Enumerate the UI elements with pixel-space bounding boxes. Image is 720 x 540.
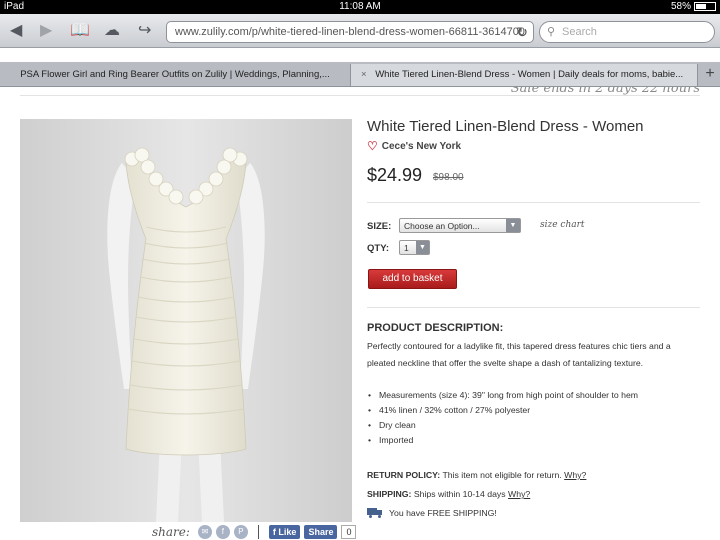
original-price: $98.00 <box>433 172 464 183</box>
cloud-tabs-icon[interactable]: ☁ <box>104 22 120 40</box>
divider <box>20 95 700 96</box>
close-tab-icon[interactable]: × <box>361 69 367 80</box>
truck-icon <box>367 508 383 518</box>
size-chart-link[interactable]: size chart <box>540 220 585 230</box>
chevron-down-icon: ▼ <box>506 219 520 232</box>
qty-select[interactable]: 1 ▼ <box>399 240 430 255</box>
tab-psa-flower-girl[interactable]: PSA Flower Girl and Ring Bearer Outfits … <box>0 64 350 86</box>
qty-value: 1 <box>404 243 409 253</box>
chevron-down-icon: ▼ <box>416 241 429 254</box>
bookmarks-icon[interactable]: 📖 <box>70 22 90 40</box>
like-label: Like <box>278 527 297 537</box>
return-why-link[interactable]: Why? <box>564 470 586 480</box>
facebook-icon[interactable]: f <box>215 525 230 539</box>
product-title: White Tiered Linen-Blend Dress - Women <box>367 118 644 135</box>
share-label: share: <box>152 525 190 539</box>
list-item: Dry clean <box>367 418 638 433</box>
size-value: Choose an Option... <box>404 221 480 231</box>
sale-price: $24.99 <box>367 165 423 185</box>
browser-toolbar: ◀ ▶ 📖 ☁ ↪ www.zulily.com/p/white-tiered-… <box>0 14 720 48</box>
share-count: 0 <box>341 525 357 539</box>
battery-percent: 58% <box>670 1 691 12</box>
brand-row: ♡ Cece's New York <box>367 139 461 153</box>
reload-icon[interactable]: ↻ <box>516 24 528 41</box>
free-shipping-text: You have FREE SHIPPING! <box>389 508 497 518</box>
battery-status: 58% <box>671 1 716 12</box>
shipping-label: SHIPPING: <box>367 489 412 499</box>
list-item: Measurements (size 4): 39" long from hig… <box>367 388 638 403</box>
divider <box>257 525 259 539</box>
battery-level <box>696 4 706 9</box>
tab-label: PSA Flower Girl and Ring Bearer Outfits … <box>20 69 330 80</box>
size-label: SIZE: <box>367 221 392 232</box>
tab-label: White Tiered Linen-Blend Dress - Women |… <box>375 69 684 80</box>
search-icon: ⚲ <box>547 26 556 38</box>
share-icon[interactable]: ↪ <box>138 22 151 40</box>
heart-icon[interactable]: ♡ <box>367 139 378 153</box>
back-icon[interactable]: ◀ <box>10 22 22 40</box>
divider <box>367 307 700 308</box>
list-item: Imported <box>367 433 638 448</box>
tab-bar: PSA Flower Girl and Ring Bearer Outfits … <box>0 62 720 87</box>
return-policy: RETURN POLICY: This item not eligible fo… <box>367 470 586 480</box>
shipping-why-link[interactable]: Why? <box>508 489 530 499</box>
free-shipping: You have FREE SHIPPING! <box>367 508 497 518</box>
search-placeholder: Search <box>562 26 597 38</box>
dress-mannequin-image <box>20 119 352 522</box>
description-heading: PRODUCT DESCRIPTION: <box>367 322 504 334</box>
description-text: Perfectly contoured for a ladylike fit, … <box>367 341 671 368</box>
email-icon[interactable]: ✉ <box>197 525 212 539</box>
battery-icon <box>694 2 716 11</box>
search-input[interactable]: ⚲ Search <box>539 21 715 43</box>
facebook-share-button[interactable]: Share <box>304 525 338 539</box>
forward-icon[interactable]: ▶ <box>40 22 52 40</box>
url-text: www.zulily.com/p/white-tiered-linen-blen… <box>175 26 525 38</box>
tab-white-tiered-dress[interactable]: × White Tiered Linen-Blend Dress - Women… <box>350 64 698 86</box>
clock: 11:08 AM <box>339 1 381 12</box>
shipping-info: SHIPPING: Ships within 10-14 days Why? <box>367 489 530 499</box>
new-tab-button[interactable]: + <box>700 64 720 86</box>
return-policy-text: This item not eligible for return. <box>442 470 562 480</box>
product-image[interactable] <box>20 119 352 522</box>
return-policy-label: RETURN POLICY: <box>367 470 441 480</box>
product-page: Sale ends in 2 days 22 hours share: ✉ f … <box>0 87 720 540</box>
add-to-basket-button[interactable]: add to basket <box>368 269 457 289</box>
facebook-like-button[interactable]: f Like <box>268 525 301 539</box>
qty-label: QTY: <box>367 243 389 254</box>
divider <box>367 202 700 203</box>
pinterest-icon[interactable]: P <box>233 525 248 539</box>
shipping-text: Ships within 10-14 days <box>413 489 506 499</box>
address-bar[interactable]: www.zulily.com/p/white-tiered-linen-blen… <box>166 21 534 43</box>
size-select[interactable]: Choose an Option... ▼ <box>399 218 521 233</box>
status-bar: iPad 11:08 AM 58% <box>0 0 720 14</box>
list-item: 41% linen / 32% cotton / 27% polyester <box>367 403 638 418</box>
share-bar: share: ✉ f P f Like Share 0 <box>152 525 357 539</box>
brand-name[interactable]: Cece's New York <box>382 141 461 152</box>
description-bullets: Measurements (size 4): 39" long from hig… <box>367 388 638 448</box>
